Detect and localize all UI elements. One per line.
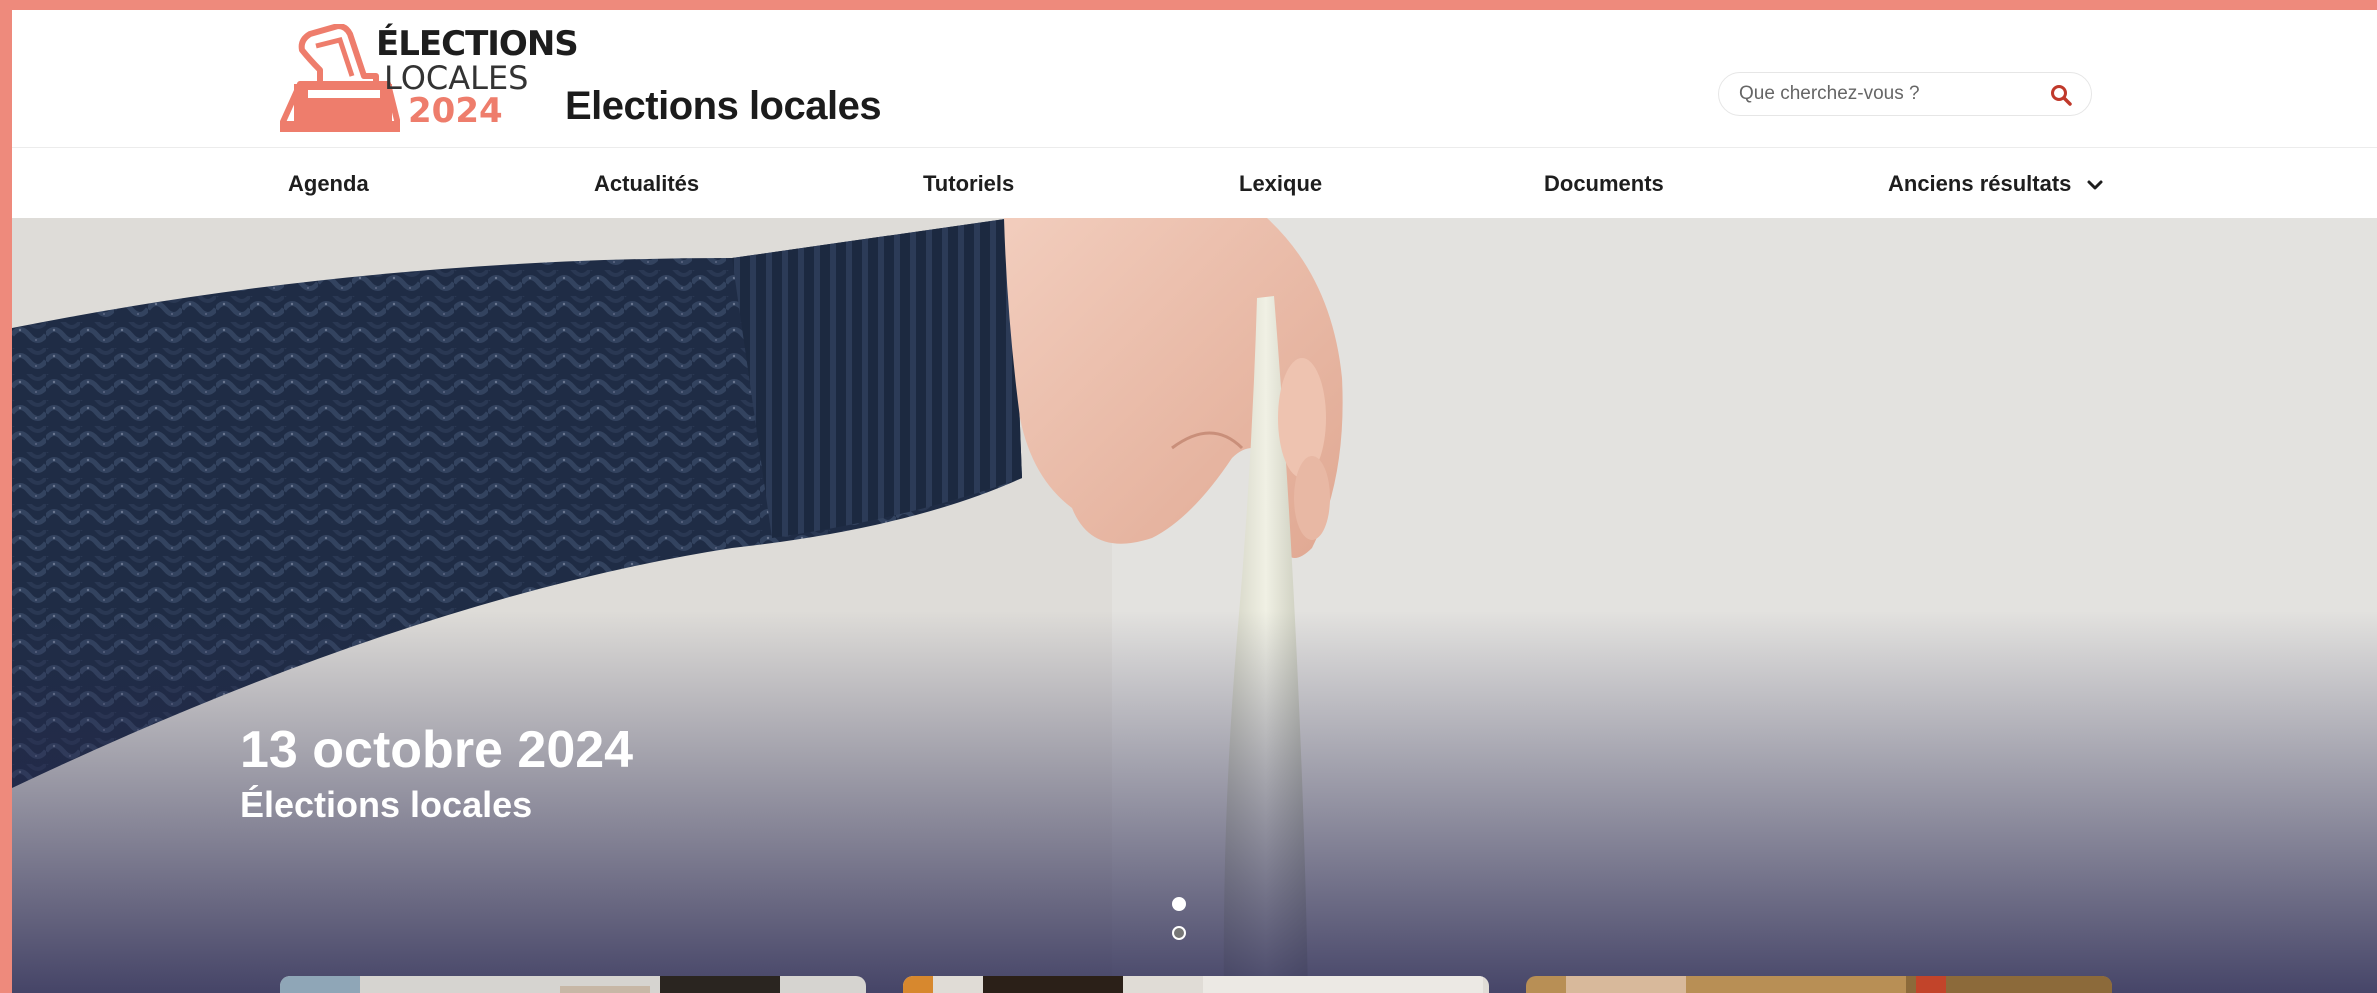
carousel-dot-2[interactable] (1172, 926, 1186, 940)
nav-item-actualites[interactable]: Actualités (594, 171, 699, 197)
search-bar (1718, 72, 2092, 116)
nav-item-anciens-resultats[interactable]: Anciens résultats (1888, 171, 2104, 197)
main-nav: Agenda Actualités Tutoriels Lexique Docu… (12, 149, 2377, 217)
news-card-2[interactable] (903, 976, 1489, 993)
nav-item-tutoriels[interactable]: Tutoriels (923, 171, 1014, 197)
logo-text: ÉLECTIONS LOCALES 2024 (376, 24, 579, 131)
logo-line-elections: ÉLECTIONS (376, 24, 579, 64)
search-input[interactable] (1739, 79, 2029, 109)
page-frame: ÉLECTIONS LOCALES 2024 Elections locales… (0, 0, 2377, 993)
nav-item-documents[interactable]: Documents (1544, 171, 1664, 197)
site-header: ÉLECTIONS LOCALES 2024 Elections locales (12, 10, 2377, 148)
hero-carousel: 13 octobre 2024 Élections locales (12, 218, 2377, 993)
site-title[interactable]: Elections locales (565, 84, 882, 129)
site-logo[interactable]: ÉLECTIONS LOCALES 2024 (280, 24, 579, 136)
news-card-3[interactable] (1526, 976, 2112, 993)
carousel-dot-1[interactable] (1172, 897, 1186, 911)
news-card-2-image (903, 976, 1489, 993)
logo-line-locales: LOCALES (384, 59, 529, 97)
news-card-1[interactable] (280, 976, 866, 993)
news-card-1-image (280, 976, 866, 993)
nav-item-label: Anciens résultats (1888, 171, 2072, 196)
nav-item-agenda[interactable]: Agenda (288, 171, 369, 197)
logo-line-year: 2024 (408, 91, 503, 131)
hero-date: 13 octobre 2024 (240, 721, 634, 779)
news-card-3-image (1526, 976, 2112, 993)
chevron-down-icon (2087, 180, 2103, 190)
nav-item-lexique[interactable]: Lexique (1239, 171, 1322, 197)
search-icon[interactable] (2049, 83, 2073, 107)
hero-subtitle: Élections locales (240, 784, 533, 825)
hero-gradient-overlay (12, 218, 2377, 993)
